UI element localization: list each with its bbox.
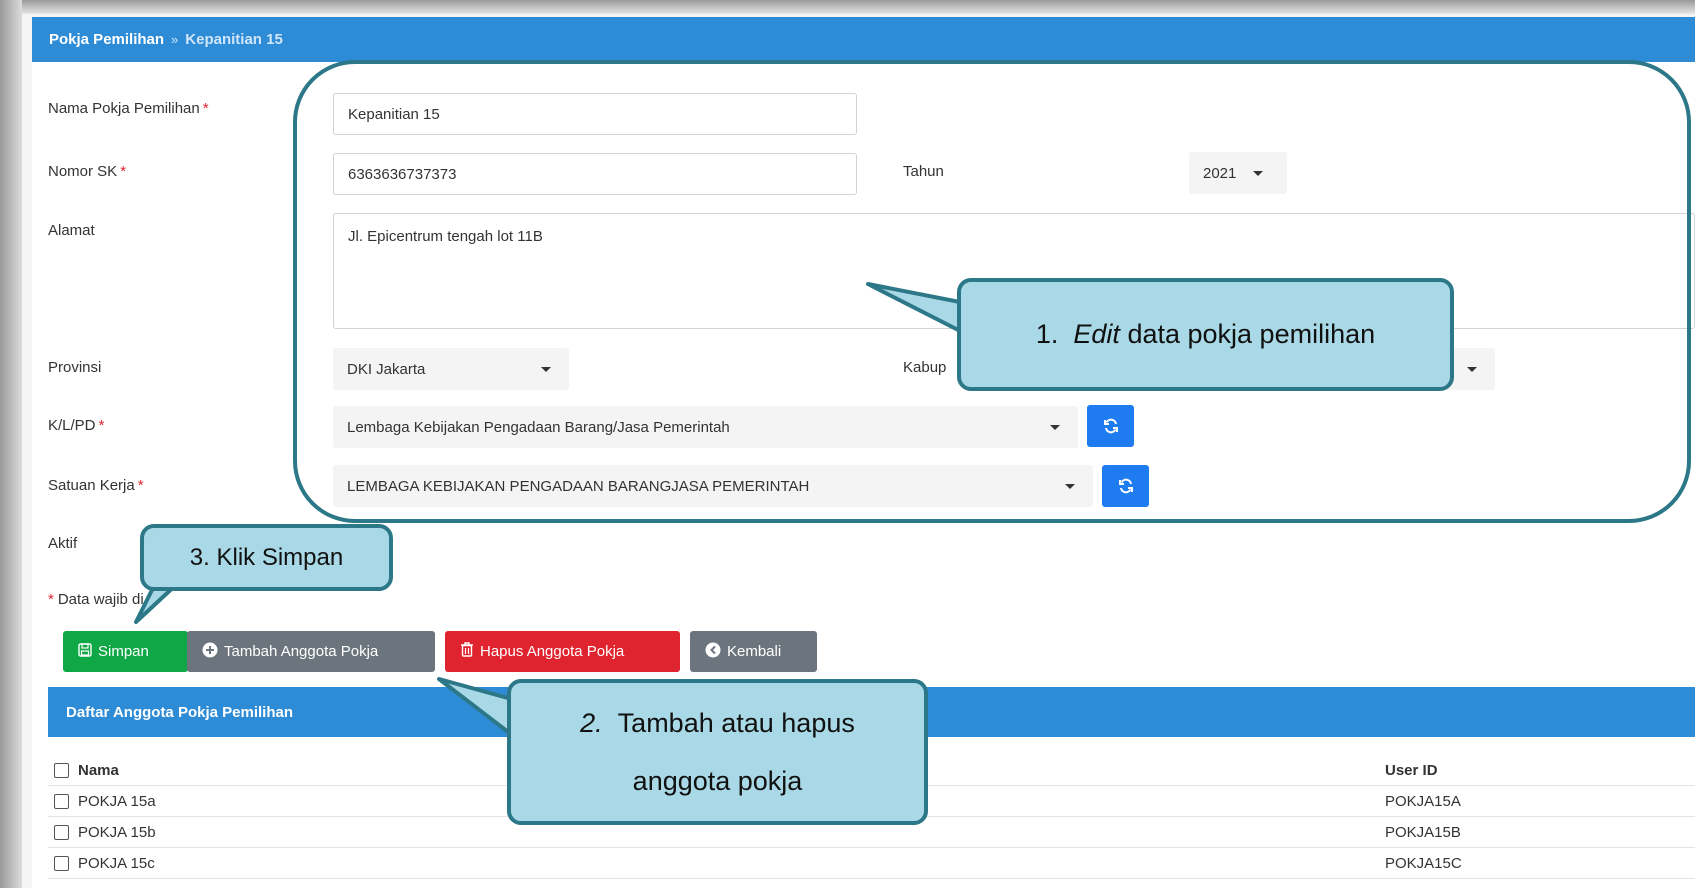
nomor-sk-label-text: Nomor SK (48, 163, 118, 180)
select-all-checkbox[interactable] (54, 763, 69, 778)
breadcrumb: Pokja Pemilihan » Kepanitian 15 (32, 17, 1695, 62)
row-checkbox[interactable] (54, 856, 69, 871)
callout-2-line-1: 2. Tambah atau hapus (511, 694, 924, 752)
callout-1-emphasis: Edit (1073, 319, 1120, 349)
row-checkbox[interactable] (54, 825, 69, 840)
column-header-nama: Nama (78, 762, 119, 779)
satuan-kerja-label: Satuan Kerja * (48, 477, 144, 494)
nama-pokja-label: Nama Pokja Pemilihan * (48, 100, 209, 117)
callout-2-number: 2. (580, 708, 603, 738)
kembali-button[interactable]: Kembali (690, 631, 817, 672)
aktif-label: Aktif (48, 535, 78, 552)
breadcrumb-parent[interactable]: Pokja Pemilihan (49, 31, 164, 48)
trash-icon (460, 642, 474, 661)
frame-shadow-top (0, 0, 1695, 14)
callout-1-number: 1. (1035, 319, 1059, 349)
callout-1-tail (866, 282, 972, 338)
required-asterisk: * (120, 163, 127, 180)
breadcrumb-current: Kepanitian 15 (185, 31, 283, 48)
floppy-disk-icon (78, 642, 92, 661)
callout-2-text-1: Tambah atau hapus (617, 708, 855, 738)
table-row: POKJA 15c POKJA15C (48, 849, 1695, 879)
simpan-button[interactable]: Simpan (63, 631, 188, 672)
simpan-button-label: Simpan (98, 643, 149, 660)
hapus-anggota-button[interactable]: Hapus Anggota Pokja (445, 631, 680, 672)
row-nama: POKJA 15c (78, 855, 155, 872)
tambah-anggota-label: Tambah Anggota Pokja (224, 643, 379, 660)
alamat-label: Alamat (48, 222, 95, 239)
row-user-id: POKJA15B (1385, 824, 1461, 841)
callout-1: 1. Edit data pokja pemilihan (957, 278, 1454, 391)
hapus-anggota-label: Hapus Anggota Pokja (480, 643, 625, 660)
klpd-label-text: K/L/PD (48, 417, 96, 434)
required-note-text: Data wajib di (57, 591, 144, 608)
required-note: * Data wajib di (48, 591, 144, 608)
klpd-label: K/L/PD * (48, 417, 104, 434)
required-asterisk: * (48, 591, 54, 608)
tambah-anggota-button[interactable]: Tambah Anggota Pokja (187, 631, 435, 672)
column-header-user-id: User ID (1385, 762, 1438, 779)
required-asterisk: * (202, 100, 209, 117)
required-asterisk: * (98, 417, 105, 434)
plus-circle-icon (202, 642, 218, 662)
nomor-sk-label: Nomor SK * (48, 163, 126, 180)
kembali-button-label: Kembali (727, 643, 782, 660)
row-user-id: POKJA15A (1385, 793, 1461, 810)
callout-3-text: 3. Klik Simpan (189, 543, 344, 571)
required-asterisk: * (137, 477, 144, 494)
row-nama: POKJA 15b (78, 824, 156, 841)
breadcrumb-separator: » (171, 32, 179, 47)
nama-pokja-label-text: Nama Pokja Pemilihan (48, 100, 200, 117)
callout-2-line-2: anggota pokja (632, 766, 803, 796)
provinsi-label: Provinsi (48, 359, 102, 376)
row-nama: POKJA 15a (78, 793, 156, 810)
frame-shadow-left (0, 0, 22, 888)
callout-2: 2. Tambah atau hapus anggota pokja (507, 679, 928, 825)
arrow-left-circle-icon (705, 642, 721, 662)
row-checkbox[interactable] (54, 794, 69, 809)
callout-3: 3. Klik Simpan (140, 524, 393, 591)
callout-1-text: data pokja pemilihan (1127, 319, 1376, 349)
row-user-id: POKJA15C (1385, 855, 1462, 872)
satuan-kerja-label-text: Satuan Kerja (48, 477, 135, 494)
